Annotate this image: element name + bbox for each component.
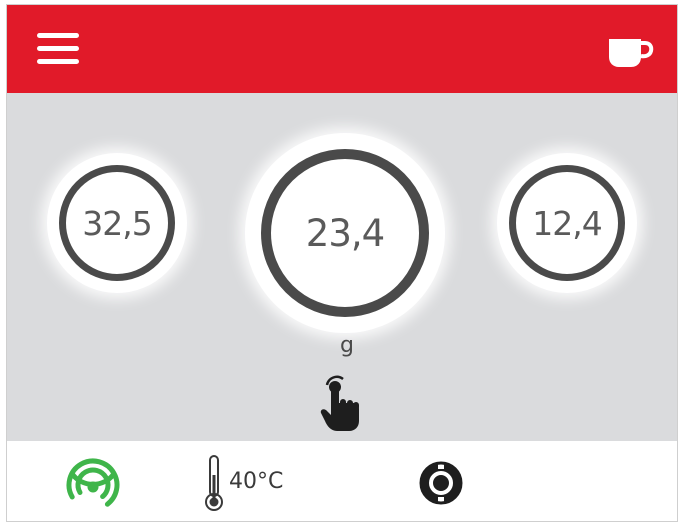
dose-option-right[interactable]: 12,4: [497, 153, 637, 293]
dose-ring: 23,4: [261, 149, 429, 317]
tap-hand-icon: [320, 375, 359, 431]
dose-option-left[interactable]: 32,5: [47, 153, 187, 293]
device-screen: 32,5 23,4 12,4 g 40°C: [6, 4, 678, 522]
dose-ring: 12,4: [509, 165, 625, 281]
hamburger-menu-icon[interactable]: [37, 27, 79, 71]
dose-value: 32,5: [82, 203, 152, 243]
grinder-settings-icon[interactable]: [417, 459, 465, 507]
dose-unit-label: g: [340, 333, 354, 358]
top-bar: [7, 5, 677, 93]
thermometer-icon: [205, 455, 223, 511]
status-bar: 40°C: [7, 441, 677, 521]
device-frame: 32,5 23,4 12,4 g 40°C: [0, 0, 684, 528]
dose-ring: 32,5: [59, 165, 175, 281]
dose-selection-area: 32,5 23,4 12,4 g: [7, 93, 677, 441]
dose-option-center[interactable]: 23,4: [245, 133, 445, 333]
temperature-value: 40°C: [229, 469, 284, 494]
dose-value: 12,4: [532, 203, 602, 243]
coffee-cup-icon[interactable]: [605, 31, 655, 71]
wifi-connected-icon[interactable]: [65, 455, 121, 511]
dose-value: 23,4: [305, 211, 385, 255]
